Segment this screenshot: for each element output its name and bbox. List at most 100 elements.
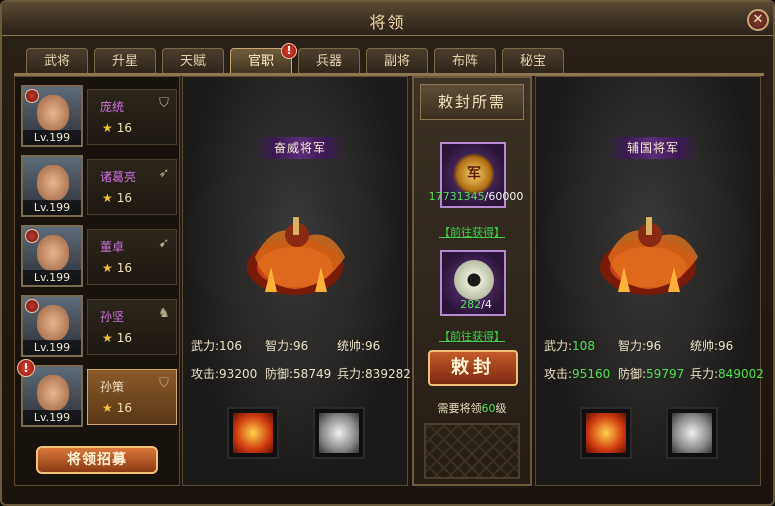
faction-icon bbox=[25, 89, 39, 103]
decorative-lattice bbox=[424, 423, 520, 479]
strength-arm-icon bbox=[319, 413, 359, 453]
hero-star-count: ★ 16 bbox=[102, 191, 133, 205]
hero-level: Lv.199 bbox=[23, 340, 81, 355]
bow-icon: ➶ bbox=[158, 166, 170, 181]
fire-skill-icon bbox=[233, 413, 273, 453]
faction-icon bbox=[25, 229, 39, 243]
confer-button[interactable]: 敕封 bbox=[428, 350, 518, 386]
hero-level: Lv.199 bbox=[23, 130, 81, 145]
skill-fire-slot[interactable] bbox=[580, 407, 632, 459]
tab-fujiang[interactable]: 副将 bbox=[366, 48, 428, 74]
star-icon: ★ bbox=[102, 261, 113, 275]
requirement-item-military-merit[interactable]: 军 17731345/60000 bbox=[429, 142, 523, 208]
requirement-count: 282/4 bbox=[460, 298, 492, 311]
skill-fire-slot[interactable] bbox=[227, 407, 279, 459]
star-icon: ★ bbox=[102, 121, 113, 135]
alert-badge: ! bbox=[281, 43, 297, 59]
tab-bingqi[interactable]: 兵器 bbox=[298, 48, 360, 74]
hero-level: Lv.199 bbox=[23, 410, 81, 425]
hero-star-count: ★ 16 bbox=[102, 401, 133, 415]
alert-badge: ! bbox=[17, 359, 35, 377]
strength-arm-icon bbox=[672, 413, 712, 453]
window-title: 将领 bbox=[369, 13, 406, 32]
goto-obtain-link-1[interactable]: 【前往获得】 bbox=[414, 224, 530, 240]
hero-portrait: Lv.199 bbox=[21, 155, 83, 217]
requirement-item-jade[interactable]: 282/4 bbox=[440, 250, 506, 316]
avatar bbox=[37, 235, 69, 271]
hero-list-item[interactable]: Lv.199 董卓 ★ 16 ➹ bbox=[21, 225, 177, 287]
tab-buzhen[interactable]: 布阵 bbox=[434, 48, 496, 74]
hero-info: 庞统 ★ 16 ⛉ bbox=[87, 89, 177, 145]
hero-info: 诸葛亮 ★ 16 ➶ bbox=[87, 159, 177, 215]
tab-wujiang[interactable]: 武将 bbox=[26, 48, 88, 74]
spear-icon: ➹ bbox=[158, 236, 170, 251]
hero-name: 孙策 bbox=[100, 380, 125, 394]
coin-icon: 军 bbox=[454, 154, 494, 194]
lead-stat: 统帅:96 bbox=[337, 339, 381, 353]
requirement-count: 17731345/60000 bbox=[428, 190, 524, 203]
hero-info: 孙坚 ★ 16 ♞ bbox=[87, 299, 177, 355]
skill-arm-slot[interactable] bbox=[313, 407, 365, 459]
tab-tianfu[interactable]: 天赋 bbox=[162, 48, 224, 74]
hero-portrait: Lv.199 bbox=[21, 225, 83, 287]
defense-stat: 防御:59797 bbox=[618, 367, 685, 381]
close-icon[interactable]: ✕ bbox=[747, 9, 769, 31]
intel-stat: 智力:96 bbox=[618, 339, 662, 353]
cavalry-icon: ♞ bbox=[158, 306, 170, 321]
hero-list-item-selected[interactable]: ! Lv.199 孙策 ★ 16 ⛉ bbox=[17, 359, 177, 427]
next-rank-title: 辅国将军 bbox=[608, 137, 698, 159]
star-icon: ★ bbox=[102, 331, 113, 345]
lead-stat: 统帅:96 bbox=[690, 339, 734, 353]
hero-list-item[interactable]: Lv.199 孙坚 ★ 16 ♞ bbox=[21, 295, 177, 357]
mounted-general-figure bbox=[247, 217, 345, 295]
goto-obtain-link-2[interactable]: 【前往获得】 bbox=[414, 328, 530, 344]
hero-star-count: ★ 16 bbox=[102, 331, 133, 345]
tab-guanzhi[interactable]: 官职! bbox=[230, 43, 297, 74]
star-icon: ★ bbox=[102, 401, 113, 415]
hero-name: 董卓 bbox=[100, 240, 125, 254]
recruit-button[interactable]: 将领招募 bbox=[36, 446, 158, 474]
mounted-general-figure bbox=[600, 217, 698, 295]
star-icon: ★ bbox=[102, 191, 113, 205]
hero-info: 孙策 ★ 16 ⛉ bbox=[87, 369, 177, 425]
hero-level: Lv.199 bbox=[23, 270, 81, 285]
title-bar: 将领 ✕ bbox=[2, 2, 773, 36]
hero-list: Lv.199 庞统 ★ 16 ⛉ Lv.199 诸葛亮 ★ 16 ➶ Lv.19… bbox=[14, 76, 180, 486]
tab-mibao[interactable]: 秘宝 bbox=[502, 48, 564, 74]
faction-icon bbox=[25, 299, 39, 313]
hero-portrait: Lv.199 bbox=[21, 85, 83, 147]
requirements-title: 敕封所需 bbox=[420, 84, 524, 120]
avatar bbox=[37, 375, 69, 411]
avatar bbox=[37, 305, 69, 341]
attack-stat: 攻击:93200 bbox=[191, 367, 258, 381]
hero-name: 诸葛亮 bbox=[100, 170, 137, 184]
skill-arm-slot[interactable] bbox=[666, 407, 718, 459]
attack-stat: 攻击:95160 bbox=[544, 367, 611, 381]
hero-level: Lv.199 bbox=[23, 200, 81, 215]
shield-icon: ⛉ bbox=[159, 96, 169, 111]
next-rank-panel: 辅国将军 武力:108 智力:96 统帅:96 攻击:95160 防御:5979… bbox=[535, 76, 764, 486]
hero-list-item[interactable]: Lv.199 诸葛亮 ★ 16 ➶ bbox=[21, 155, 177, 217]
current-rank-panel: 奋威将军 武力:106 智力:96 统帅:96 攻击:93200 防御:5874… bbox=[182, 76, 411, 486]
general-window: 将领 ✕ 武将 升星 天赋 官职! 兵器 副将 布阵 秘宝 Lv.199 庞统 … bbox=[0, 0, 775, 506]
hero-info: 董卓 ★ 16 ➹ bbox=[87, 229, 177, 285]
hero-star-count: ★ 16 bbox=[102, 261, 133, 275]
troops-stat: 兵力:839282 bbox=[337, 367, 411, 381]
hero-name: 孙坚 bbox=[100, 310, 125, 324]
hero-star-count: ★ 16 bbox=[102, 121, 133, 135]
avatar bbox=[37, 165, 69, 201]
hero-list-item[interactable]: Lv.199 庞统 ★ 16 ⛉ bbox=[21, 85, 177, 147]
force-stat: 武力:106 bbox=[191, 339, 242, 353]
defense-stat: 防御:58749 bbox=[265, 367, 332, 381]
tab-shengxing[interactable]: 升星 bbox=[94, 48, 156, 74]
level-requirement-note: 需要将领60级 bbox=[437, 402, 507, 415]
requirements-panel: 敕封所需 军 17731345/60000 【前往获得】 282/4 【前往获得… bbox=[412, 76, 532, 486]
shield-icon: ⛉ bbox=[159, 376, 169, 391]
fire-skill-icon bbox=[586, 413, 626, 453]
jade-icon bbox=[454, 260, 494, 300]
troops-stat: 兵力:849002 bbox=[690, 367, 764, 381]
intel-stat: 智力:96 bbox=[265, 339, 309, 353]
hero-portrait: Lv.199 bbox=[21, 295, 83, 357]
force-stat: 武力:108 bbox=[544, 339, 595, 353]
current-rank-title: 奋威将军 bbox=[255, 137, 345, 159]
